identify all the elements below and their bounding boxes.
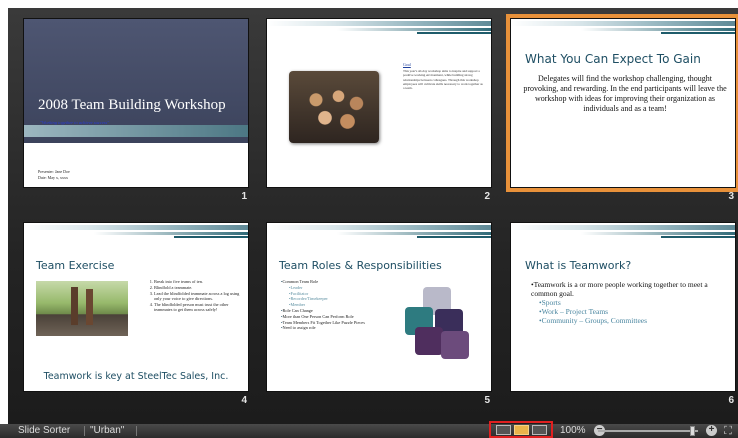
zoom-in-icon[interactable]: + xyxy=(706,425,717,436)
view-buttons-group xyxy=(489,421,553,438)
slide-thumbnail-3[interactable]: What You Can Expect To Gain Delegates wi… xyxy=(506,14,738,202)
header-bars xyxy=(24,223,248,239)
slide-1-title: 2008 Team Building Workshop xyxy=(38,97,226,113)
slide-3-title: What You Can Expect To Gain xyxy=(525,52,701,66)
slide-4-title: Team Exercise xyxy=(36,259,115,272)
list-item: Break into five teams of ten. xyxy=(154,279,242,284)
slide-number: 1 xyxy=(241,191,247,202)
list-item: Blindfold a teammate. xyxy=(154,285,242,290)
slide-thumbnail-6[interactable]: What is Teamwork? Teamwork is a or more … xyxy=(510,222,736,406)
teamwork-list: Teamwork is a or more people working tog… xyxy=(531,280,731,325)
list-item: Community – Groups, Committees xyxy=(531,316,731,325)
list-item: The blindfolded person must trust the ot… xyxy=(154,302,242,313)
slide-2-heading: Goal xyxy=(403,62,411,67)
slide-1-subtitle: "Working together to achieve success" xyxy=(40,120,110,125)
slide-6-canvas[interactable]: What is Teamwork? Teamwork is a or more … xyxy=(510,222,736,392)
slide-4-canvas[interactable]: Team Exercise Break into five teams of t… xyxy=(23,222,249,392)
slide-2-text: This year's all-day workshop aims to ins… xyxy=(403,69,483,91)
slide-2-canvas[interactable]: Goal This year's all-day workshop aims t… xyxy=(266,18,492,188)
slide-number: 3 xyxy=(728,191,734,202)
slide-show-view-icon[interactable] xyxy=(532,425,547,435)
slide-5-canvas[interactable]: Team Roles & Responsibilities Common Tea… xyxy=(266,222,492,392)
puzzle-piece xyxy=(441,331,469,359)
puzzle-pieces-image xyxy=(405,287,469,359)
zoom-level[interactable]: 100% xyxy=(560,425,586,436)
status-divider xyxy=(136,426,137,436)
slide-thumbnail-1[interactable]: 2008 Team Building Workshop "Working tog… xyxy=(23,18,249,202)
slide-4-footer: Teamwork is key at SteelTec Sales, Inc. xyxy=(43,371,229,382)
slide-sorter-view-icon[interactable] xyxy=(514,425,529,435)
log-walk-photo xyxy=(36,281,128,336)
title-accent-strip xyxy=(24,125,248,137)
slide-thumbnail-5[interactable]: Team Roles & Responsibilities Common Tea… xyxy=(266,222,492,406)
view-name-label: Slide Sorter xyxy=(18,425,71,436)
header-bars xyxy=(511,223,735,239)
list-item: Teamwork is a or more people working tog… xyxy=(531,280,731,298)
fit-to-window-icon[interactable]: ⛶ xyxy=(722,425,734,437)
slide-3-canvas[interactable]: What You Can Expect To Gain Delegates wi… xyxy=(506,14,738,192)
exercise-steps: Break into five teams of ten. Blindfold … xyxy=(142,279,242,313)
date-line: Date: May x, xxxx xyxy=(38,175,68,180)
header-bars xyxy=(511,19,735,35)
roles-list: Common Team Role Leader Facilitator Reco… xyxy=(281,279,401,331)
zoom-slider[interactable] xyxy=(598,430,698,432)
list-item: Work – Project Teams xyxy=(531,307,731,316)
slide-5-title: Team Roles & Responsibilities xyxy=(279,259,442,272)
status-divider xyxy=(84,426,85,436)
normal-view-icon[interactable] xyxy=(496,425,511,435)
theme-name-label[interactable]: "Urban" xyxy=(90,425,124,436)
puzzle-piece xyxy=(415,327,443,355)
list-item: Need to assign role xyxy=(281,325,401,331)
status-bar: Slide Sorter "Urban" 100% − + ⛶ xyxy=(0,421,738,438)
slide-1-canvas[interactable]: 2008 Team Building Workshop "Working tog… xyxy=(23,18,249,188)
slide-number: 4 xyxy=(241,395,247,406)
zoom-slider-thumb[interactable] xyxy=(690,426,695,436)
slide-number: 2 xyxy=(484,191,490,202)
slide-thumbnail-4[interactable]: Team Exercise Break into five teams of t… xyxy=(23,222,249,406)
slide-number: 5 xyxy=(484,395,490,406)
header-bars xyxy=(267,223,491,239)
list-item: Lead the blindfolded teammate across a l… xyxy=(154,291,242,302)
slide-1-presenter-info: Presenter: Jane Doe Date: May x, xxxx xyxy=(38,169,70,181)
slide-6-title: What is Teamwork? xyxy=(525,259,632,272)
list-item: Sports xyxy=(531,298,731,307)
slide-3-body: Delegates will find the workshop challen… xyxy=(523,74,727,113)
slide-thumbnail-2[interactable]: Goal This year's all-day workshop aims t… xyxy=(266,18,492,202)
header-bars xyxy=(267,19,491,35)
slide-number: 6 xyxy=(728,395,734,406)
slide-sorter-workspace: 2008 Team Building Workshop "Working tog… xyxy=(8,8,738,424)
crowd-photo xyxy=(289,71,379,143)
